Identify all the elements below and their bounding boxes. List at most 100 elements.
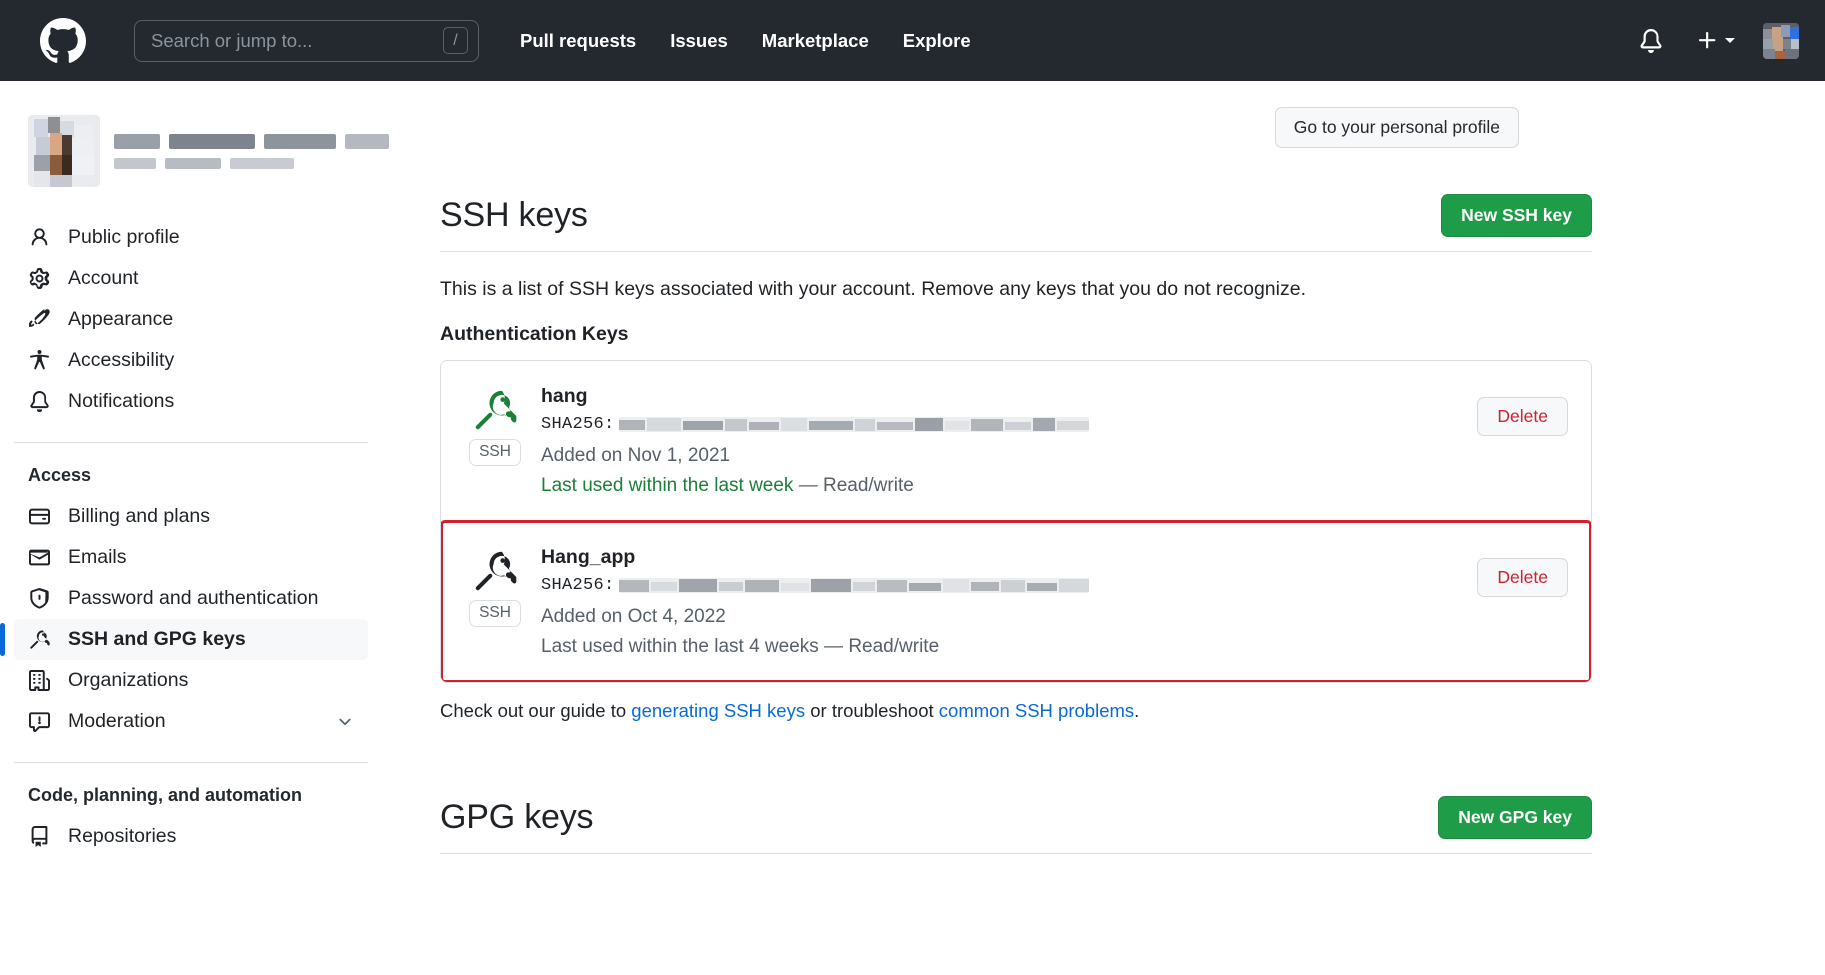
ssh-key-name: hang xyxy=(541,385,1459,408)
gpg-keys-title: GPG keys xyxy=(440,798,593,837)
ssh-guide-note: Check out our guide to generating SSH ke… xyxy=(440,700,1592,722)
sidebar-group-title-code: Code, planning, and automation xyxy=(28,785,440,806)
fingerprint-redacted xyxy=(619,578,1089,593)
ssh-key-name: Hang_app xyxy=(541,546,1459,569)
sidebar-profile-name-redacted xyxy=(114,132,389,169)
sidebar-item-label: Billing and plans xyxy=(68,505,210,528)
bell-icon xyxy=(28,391,50,413)
chevron-down-icon[interactable] xyxy=(336,713,354,731)
key-icon xyxy=(473,549,517,593)
nav-issues[interactable]: Issues xyxy=(653,30,745,52)
nav-explore[interactable]: Explore xyxy=(886,30,988,52)
gear-icon xyxy=(28,268,50,290)
ssh-header-divider xyxy=(440,251,1592,252)
sidebar-item-emails[interactable]: Emails xyxy=(14,537,368,578)
sidebar-item-label: Notifications xyxy=(68,390,174,413)
sidebar-item-accessibility[interactable]: Accessibility xyxy=(14,340,368,381)
search-input[interactable] xyxy=(151,30,443,52)
sidebar-item-label: SSH and GPG keys xyxy=(68,628,246,651)
sidebar-item-billing-and-plans[interactable]: Billing and plans xyxy=(14,496,368,537)
sidebar-item-notifications[interactable]: Notifications xyxy=(14,381,368,422)
fingerprint-redacted xyxy=(619,417,1089,432)
bell-icon[interactable] xyxy=(1634,24,1668,58)
delete-button[interactable]: Delete xyxy=(1477,558,1568,597)
sidebar-item-label: Appearance xyxy=(68,308,173,331)
sidebar-item-password-and-authentication[interactable]: Password and authentication xyxy=(14,578,368,619)
accessibility-icon xyxy=(28,350,50,372)
header-actions xyxy=(1634,23,1799,59)
github-mark-icon[interactable] xyxy=(40,18,86,64)
key-icon xyxy=(473,388,517,432)
main-content: Go to your personal profile SSH keys New… xyxy=(440,81,1825,975)
guide-suffix: . xyxy=(1134,700,1139,721)
guide-middle: or troubleshoot xyxy=(805,700,939,721)
generating-ssh-keys-link[interactable]: generating SSH keys xyxy=(631,700,805,721)
ssh-key-permission: — Read/write xyxy=(793,475,913,496)
authentication-keys-heading: Authentication Keys xyxy=(440,323,1592,346)
sidebar-item-label: Accessibility xyxy=(68,349,174,372)
ssh-key-added-date: Added on Nov 1, 2021 xyxy=(541,445,1459,467)
ssh-badge: SSH xyxy=(469,600,521,627)
sidebar-item-label: Organizations xyxy=(68,669,188,692)
ssh-key-actions: Delete xyxy=(1477,385,1568,436)
settings-sidebar: Public profile Account Appearance Access… xyxy=(0,81,440,975)
sidebar-item-label: Public profile xyxy=(68,226,180,249)
ssh-keys-description: This is a list of SSH keys associated wi… xyxy=(440,278,1592,301)
sidebar-item-organizations[interactable]: Organizations xyxy=(14,660,368,701)
settings-content: SSH keys New SSH key This is a list of S… xyxy=(440,194,1825,854)
gpg-keys-header: GPG keys New GPG key xyxy=(440,796,1592,839)
mail-icon xyxy=(28,547,50,569)
avatar[interactable] xyxy=(28,115,100,187)
ssh-key-fingerprint: SHA256: xyxy=(541,576,1459,595)
person-icon xyxy=(28,227,50,249)
ssh-key-last-used-text: Last used within the last 4 weeks xyxy=(541,636,819,657)
new-gpg-key-button[interactable]: New GPG key xyxy=(1438,796,1592,839)
avatar[interactable] xyxy=(1763,23,1799,59)
sidebar-item-moderation[interactable]: Moderation xyxy=(14,701,368,742)
sidebar-item-label: Account xyxy=(68,267,138,290)
ssh-key-added-date: Added on Oct 4, 2022 xyxy=(541,606,1459,628)
ssh-key-icon-group: SSH xyxy=(467,546,523,627)
ssh-key-icon-group: SSH xyxy=(467,385,523,466)
delete-button[interactable]: Delete xyxy=(1477,397,1568,436)
personal-profile-row: Go to your personal profile xyxy=(440,81,1825,148)
paintbrush-icon xyxy=(28,309,50,331)
ssh-key-permission: — Read/write xyxy=(819,636,939,657)
create-new-button[interactable] xyxy=(1696,29,1735,52)
guide-prefix: Check out our guide to xyxy=(440,700,631,721)
ssh-key-details: hang SHA256: xyxy=(541,385,1459,497)
search-box[interactable]: / xyxy=(134,20,479,62)
common-ssh-problems-link[interactable]: common SSH problems xyxy=(939,700,1134,721)
nav-pull-requests[interactable]: Pull requests xyxy=(503,30,653,52)
report-icon xyxy=(28,711,50,733)
sidebar-item-appearance[interactable]: Appearance xyxy=(14,299,368,340)
ssh-keys-header: SSH keys New SSH key xyxy=(440,194,1592,237)
sidebar-item-ssh-and-gpg-keys[interactable]: SSH and GPG keys xyxy=(14,619,368,660)
new-ssh-key-button[interactable]: New SSH key xyxy=(1441,194,1592,237)
ssh-key-last-used: Last used within the last week — Read/wr… xyxy=(541,475,1459,497)
go-to-personal-profile-button[interactable]: Go to your personal profile xyxy=(1275,107,1519,148)
sidebar-item-repositories[interactable]: Repositories xyxy=(14,816,368,857)
sidebar-divider xyxy=(14,442,368,443)
ssh-key-last-used-text: Last used within the last week xyxy=(541,475,793,496)
sidebar-item-account[interactable]: Account xyxy=(14,258,368,299)
sidebar-item-public-profile[interactable]: Public profile xyxy=(14,217,368,258)
sidebar-group-title-access: Access xyxy=(28,465,440,486)
ssh-key-row: SSH hang SHA256: xyxy=(441,361,1591,521)
gpg-header-divider xyxy=(440,853,1592,854)
sidebar-nav-primary: Public profile Account Appearance Access… xyxy=(0,217,440,422)
sidebar-item-label: Emails xyxy=(68,546,127,569)
sidebar-item-label: Repositories xyxy=(68,825,176,848)
chevron-down-icon xyxy=(1725,38,1735,43)
key-icon xyxy=(28,629,50,651)
ssh-keys-list: SSH hang SHA256: xyxy=(440,360,1592,683)
sidebar-profile-card[interactable] xyxy=(14,98,365,203)
page-body: Public profile Account Appearance Access… xyxy=(0,81,1825,975)
sidebar-item-label: Moderation xyxy=(68,710,166,733)
ssh-badge: SSH xyxy=(469,439,521,466)
sidebar-nav-code: Repositories xyxy=(0,816,440,857)
global-nav: Pull requests Issues Marketplace Explore xyxy=(503,30,988,52)
credit-card-icon xyxy=(28,506,50,528)
page-title: SSH keys xyxy=(440,196,588,235)
nav-marketplace[interactable]: Marketplace xyxy=(745,30,886,52)
